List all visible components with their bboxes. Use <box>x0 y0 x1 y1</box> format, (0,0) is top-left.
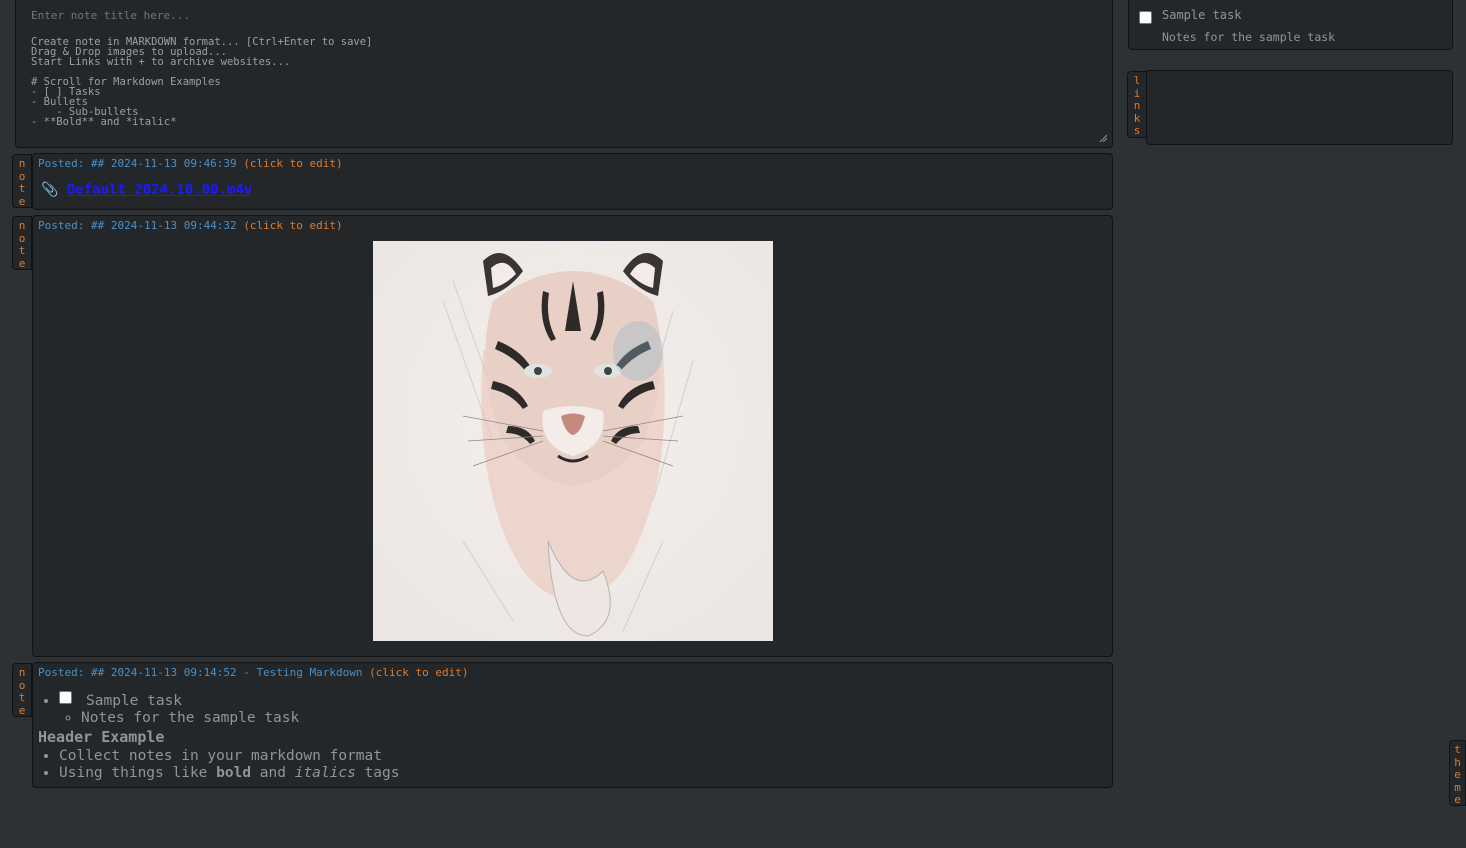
sidebar-task-checkbox[interactable] <box>1139 11 1152 24</box>
list-item: Collect notes in your markdown format <box>59 748 399 765</box>
click-to-edit-link[interactable]: (click to edit) <box>243 157 342 170</box>
task-label: Sample task <box>86 693 183 709</box>
list-item: Using things like bold and italics tags <box>59 765 399 782</box>
note-timestamp: Posted: ## 2024-11-13 09:14:52 - Testing… <box>38 666 370 679</box>
sidebar-task-label: Sample task <box>1162 8 1242 22</box>
paperclip-icon: 📎 <box>41 182 59 198</box>
text: and <box>251 765 295 781</box>
note-card: Posted: ## 2024-11-13 09:14:52 - Testing… <box>32 662 1113 788</box>
links-tab[interactable]: l i n k s <box>1127 71 1147 138</box>
note-timestamp: Posted: ## 2024-11-13 09:46:39 <box>38 157 244 170</box>
note-posted-line[interactable]: Posted: ## 2024-11-13 09:46:39 (click to… <box>38 157 343 170</box>
tiger-sketch-image[interactable] <box>373 241 773 641</box>
resize-handle-icon[interactable] <box>1099 134 1107 142</box>
note-tab[interactable]: n o t e <box>12 154 32 208</box>
bold-text: bold <box>216 765 252 781</box>
markdown-header: Header Example <box>38 728 165 746</box>
text: tags <box>355 765 400 781</box>
theme-tab[interactable]: t h e m e <box>1449 740 1466 806</box>
note-tab[interactable]: n o t e <box>12 216 32 270</box>
sidebar-task-note: Notes for the sample task <box>1162 30 1336 44</box>
click-to-edit-link[interactable]: (click to edit) <box>243 219 342 232</box>
list-item: Sample task Notes for the sample task <box>59 691 399 727</box>
click-to-edit-link[interactable]: (click to edit) <box>369 666 468 679</box>
note-body-textarea[interactable]: Create note in MARKDOWN format... [Ctrl+… <box>31 37 372 128</box>
list-item: Notes for the sample task <box>81 710 399 727</box>
sidebar-task-panel: Sample task Notes for the sample task <box>1128 0 1453 50</box>
italic-text: italics <box>294 765 356 781</box>
note-timestamp: Posted: ## 2024-11-13 09:44:32 <box>38 219 244 232</box>
note-markdown-content: Sample task Notes for the sample task He… <box>38 691 399 782</box>
attachment-link[interactable]: Default 2024.10.00.m4v <box>67 182 252 198</box>
task-checkbox[interactable] <box>59 691 72 704</box>
note-attachment[interactable]: 📎 Default 2024.10.00.m4v <box>41 182 252 198</box>
note-card: Posted: ## 2024-11-13 09:46:39 (click to… <box>32 153 1113 210</box>
note-posted-line[interactable]: Posted: ## 2024-11-13 09:44:32 (click to… <box>38 219 343 232</box>
note-title-input[interactable]: Enter note title here... <box>31 9 190 22</box>
note-tab[interactable]: n o t e <box>12 663 32 717</box>
note-editor[interactable]: Enter note title here... Create note in … <box>15 0 1113 148</box>
note-card: Posted: ## 2024-11-13 09:44:32 (click to… <box>32 215 1113 657</box>
note-posted-line[interactable]: Posted: ## 2024-11-13 09:14:52 - Testing… <box>38 666 468 679</box>
links-panel <box>1146 70 1453 145</box>
text: Using things like <box>59 765 217 781</box>
